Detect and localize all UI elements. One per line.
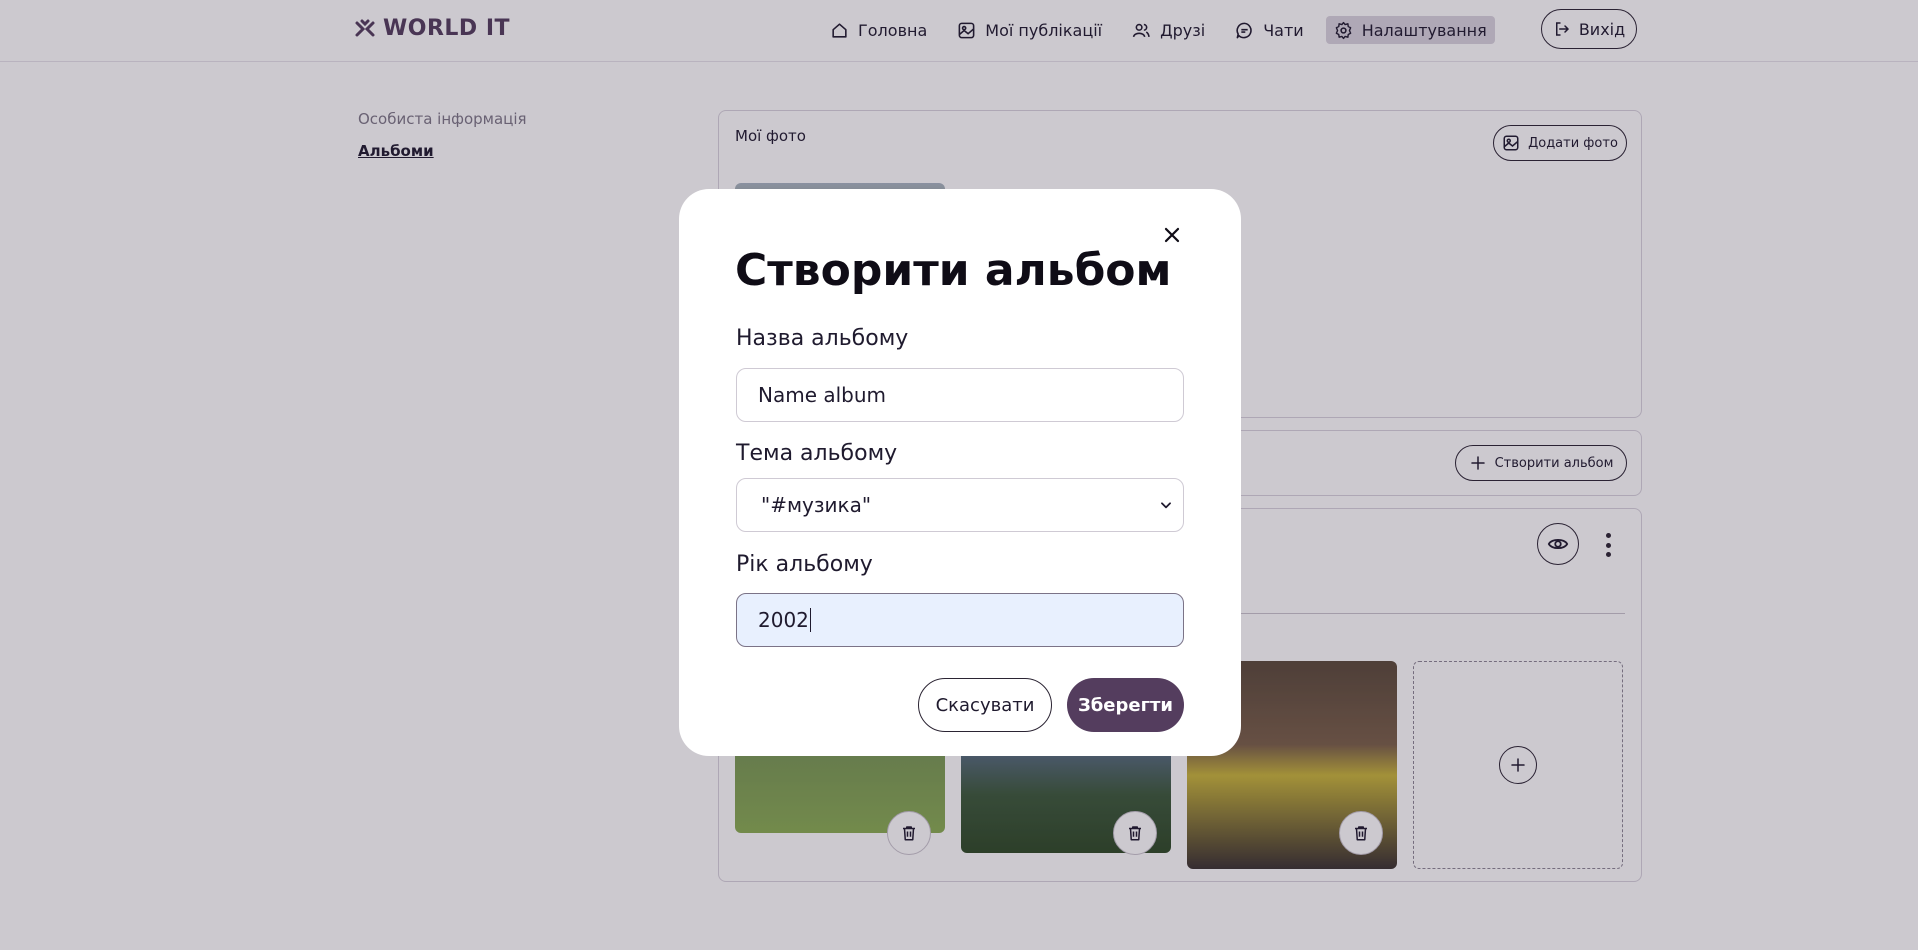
- modal-title: Створити альбом: [735, 245, 1172, 296]
- album-year-label: Рік альбому: [736, 552, 873, 577]
- chevron-down-icon: [1161, 502, 1171, 509]
- close-icon: [1164, 227, 1180, 243]
- cancel-button[interactable]: Скасувати: [918, 678, 1052, 732]
- text-caret: [809, 608, 811, 632]
- album-theme-value: "#музика": [761, 493, 872, 517]
- album-name-value: Name album: [758, 383, 887, 407]
- album-year-input[interactable]: 2002: [736, 593, 1184, 647]
- album-theme-select[interactable]: "#музика": [736, 478, 1184, 532]
- save-button[interactable]: Зберегти: [1067, 678, 1184, 732]
- album-name-label: Назва альбому: [736, 326, 909, 351]
- album-theme-label: Тема альбому: [736, 441, 898, 466]
- create-album-modal: Створити альбом Назва альбому Name album…: [679, 189, 1241, 756]
- album-name-input[interactable]: Name album: [736, 368, 1184, 422]
- album-year-value: 2002: [758, 608, 809, 632]
